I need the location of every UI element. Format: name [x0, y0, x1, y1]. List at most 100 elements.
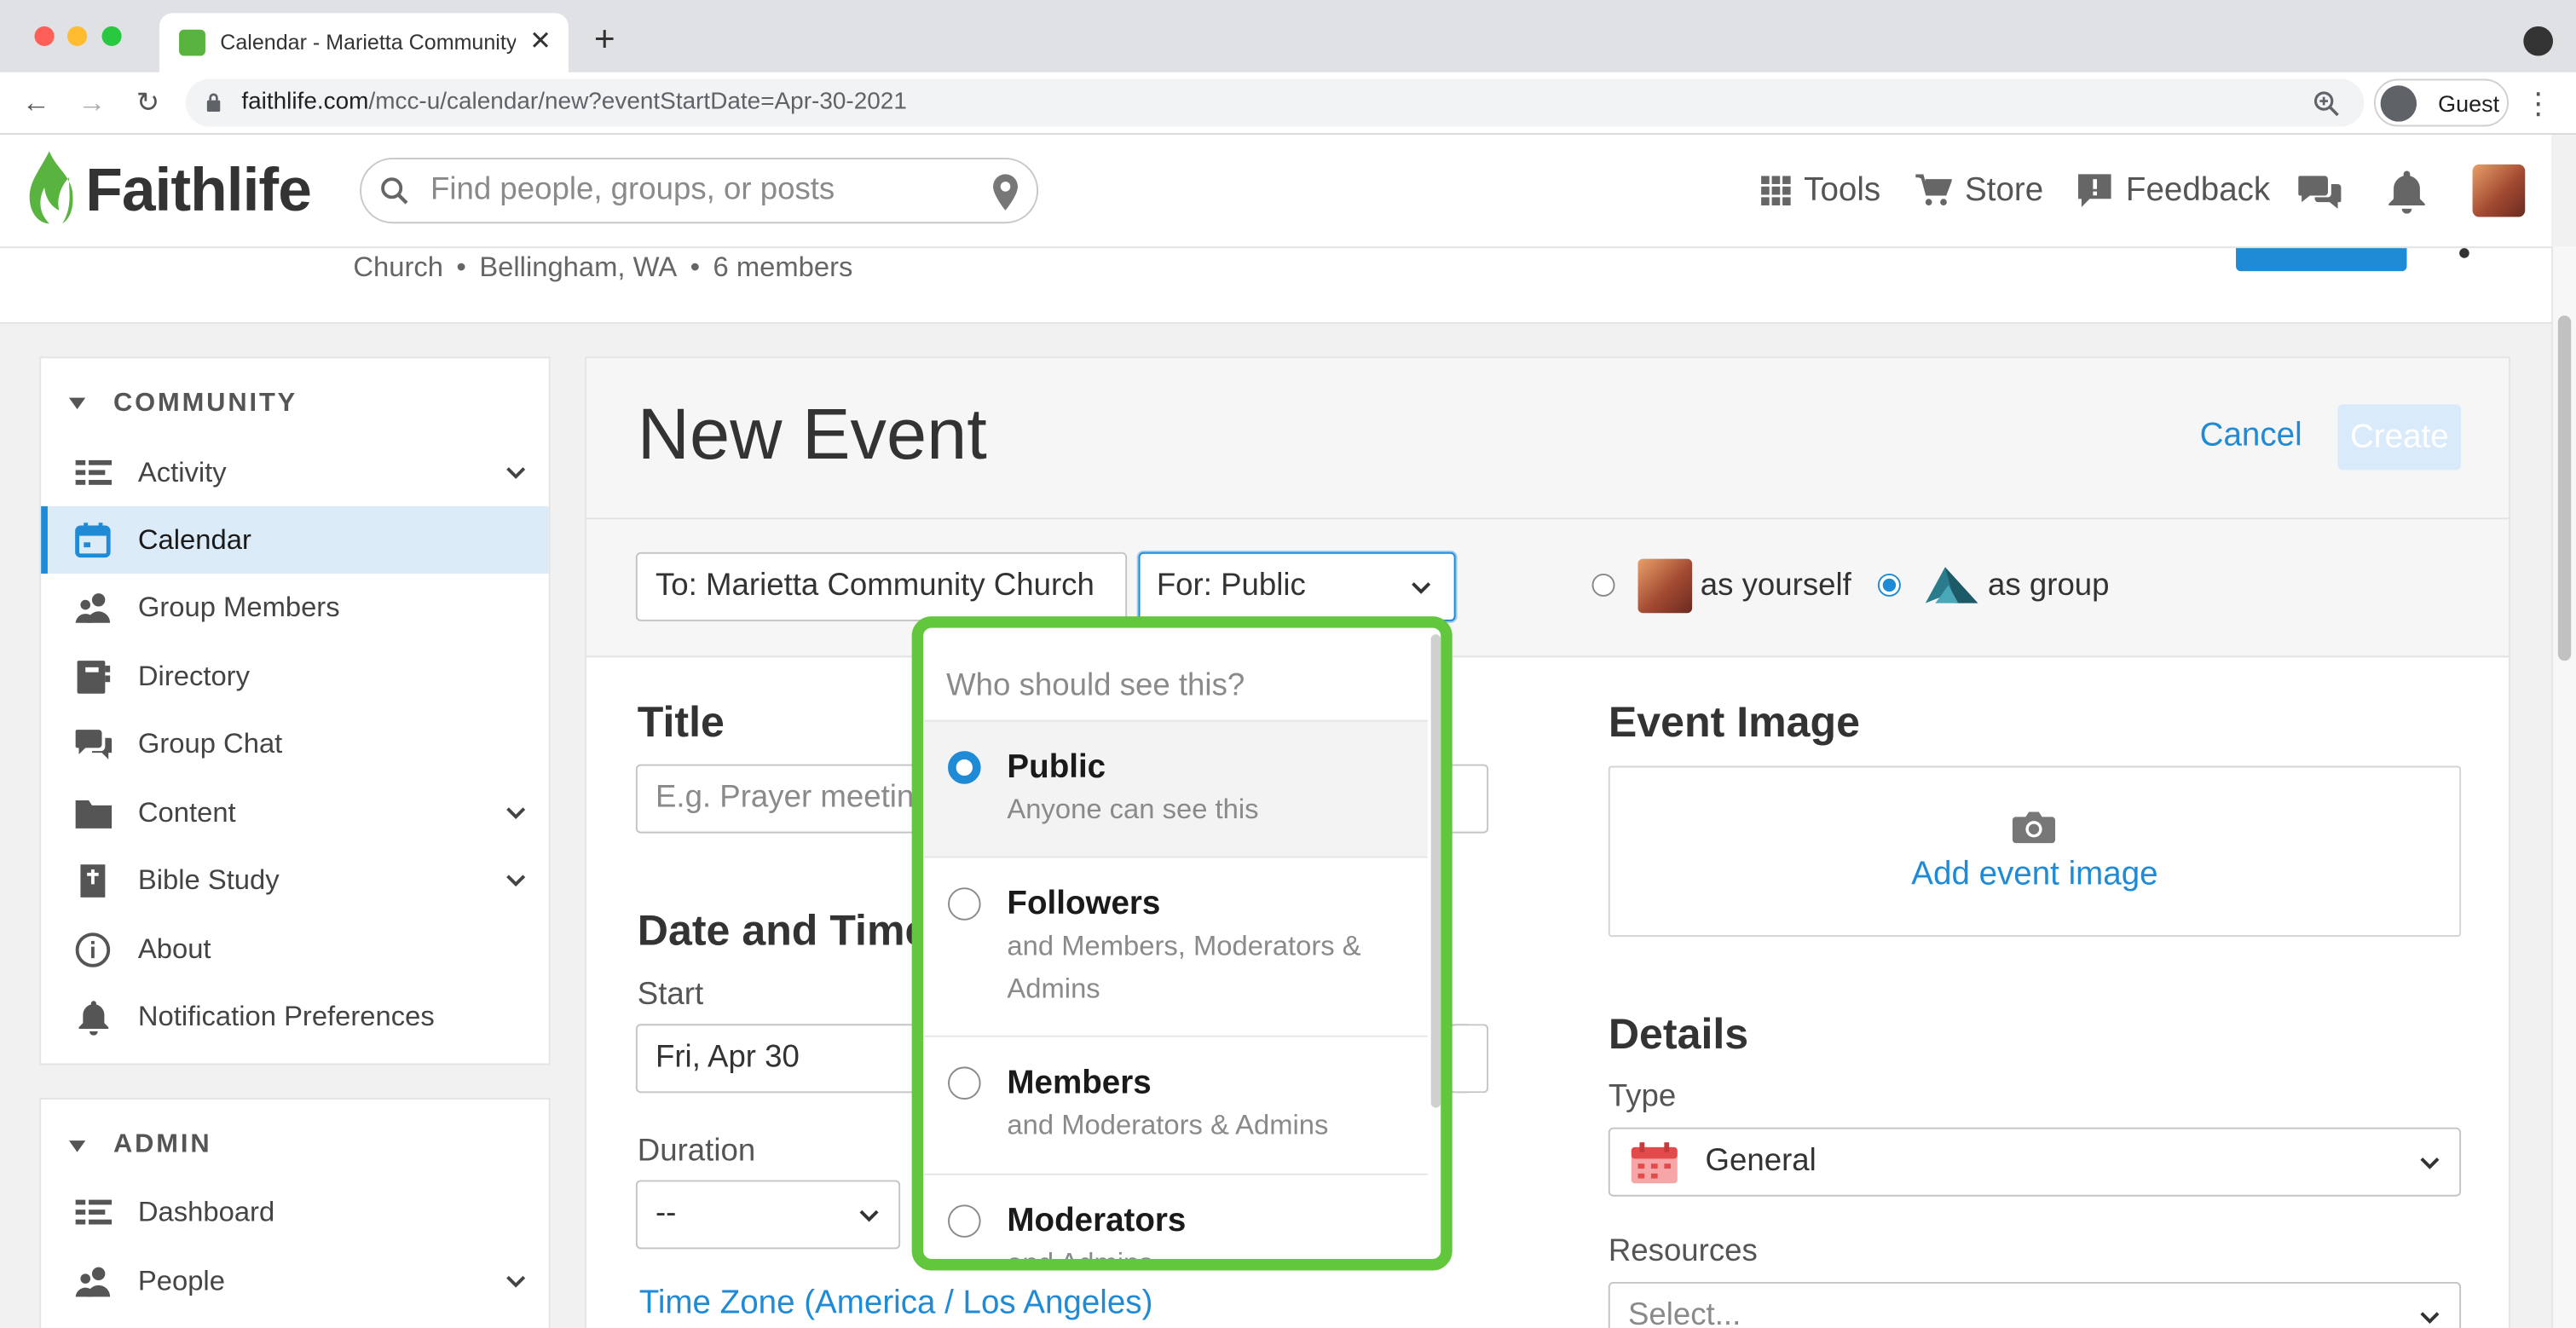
post-as-yourself-radio[interactable]: [1591, 573, 1615, 597]
visibility-option-followers[interactable]: Followers and Members, Moderators & Admi…: [923, 856, 1428, 1036]
tools-menu[interactable]: Tools: [1761, 168, 1880, 214]
as-group-label[interactable]: as group: [1988, 569, 2110, 604]
chevron-down-icon[interactable]: [505, 460, 528, 483]
visibility-option-moderators[interactable]: Moderators and Admins: [923, 1173, 1428, 1259]
feedback-icon: [2078, 174, 2111, 207]
sidebar-item-dashboard[interactable]: Dashboard: [41, 1179, 549, 1246]
store-menu[interactable]: Store: [1915, 168, 2043, 214]
search-input[interactable]: [430, 169, 973, 212]
sidebar-item-bible-study[interactable]: Bible Study: [41, 846, 549, 914]
community-nav: COMMUNITY Activity Calendar Group Member…: [39, 356, 551, 1065]
chevron-down-icon[interactable]: [505, 1269, 528, 1292]
sidebar-item-directory[interactable]: Directory: [41, 643, 549, 710]
event-type-select[interactable]: General: [1608, 1127, 2462, 1197]
notifications-bell-icon[interactable]: [2385, 168, 2428, 214]
new-tab-icon[interactable]: +: [588, 18, 621, 59]
add-event-image-link[interactable]: Add event image: [1610, 857, 2459, 894]
group-location: Bellingham, WA: [479, 251, 678, 283]
invite-button[interactable]: [2236, 248, 2407, 272]
timezone-link[interactable]: Time Zone (America / Los Angeles): [639, 1285, 1153, 1323]
zoom-window-button[interactable]: [101, 26, 122, 46]
to-group-select[interactable]: To: Marietta Community Church: [635, 551, 1128, 621]
close-window-button[interactable]: [34, 26, 55, 46]
tab-title: Calendar - Marietta Community Church: [220, 29, 517, 55]
followers-radio[interactable]: [948, 887, 981, 921]
back-icon[interactable]: ←: [18, 85, 54, 121]
group-logo-icon: [1925, 567, 1978, 603]
sidebar-item-about[interactable]: About: [41, 915, 549, 983]
profile-label: Guest: [2438, 90, 2500, 117]
more-options-icon[interactable]: [2459, 248, 2469, 258]
visibility-dropdown: Who should see this? Public Anyone can s…: [911, 616, 1453, 1271]
sidebar-item-people[interactable]: People: [41, 1248, 549, 1315]
resources-select[interactable]: Select...: [1608, 1281, 2462, 1328]
search-box[interactable]: [360, 158, 1039, 224]
sidebar-item-activity[interactable]: Activity: [41, 439, 549, 506]
event-image-dropzone[interactable]: Add event image: [1608, 765, 2462, 938]
calendar-icon: [75, 523, 111, 558]
sidebar-item-label: Activity: [137, 457, 227, 488]
close-tab-icon[interactable]: ✕: [524, 25, 557, 58]
sidebar-item-notification-preferences[interactable]: Notification Preferences: [41, 983, 549, 1050]
user-avatar[interactable]: [2472, 164, 2526, 217]
start-label: Start: [637, 978, 704, 1013]
create-button[interactable]: Create: [2337, 404, 2462, 471]
profile-button[interactable]: Guest: [2373, 78, 2509, 127]
sidebar-item-group-members[interactable]: Group Members: [41, 574, 549, 641]
option-description: and Admins: [1007, 1243, 1401, 1259]
page-scrollbar[interactable]: [2551, 246, 2576, 1328]
dropdown-scrollbar[interactable]: [1430, 634, 1441, 1108]
url-text: faithlife.com/mcc-u/calendar/new?eventSt…: [241, 89, 907, 115]
chevron-down-icon[interactable]: [505, 868, 528, 891]
forward-icon[interactable]: →: [74, 85, 110, 121]
moderators-radio[interactable]: [948, 1204, 981, 1238]
group-member-count[interactable]: 6 members: [713, 251, 853, 283]
chevron-down-icon: [859, 1210, 879, 1222]
minimize-window-button[interactable]: [67, 26, 88, 46]
location-pin-icon[interactable]: [989, 172, 1022, 211]
reload-icon[interactable]: ↻: [130, 85, 165, 121]
duration-select[interactable]: --: [635, 1180, 901, 1250]
sidebar-item-group-chat[interactable]: Group Chat: [41, 710, 549, 777]
community-heading[interactable]: COMMUNITY: [113, 390, 297, 419]
tab-search-icon[interactable]: [2523, 26, 2554, 56]
option-description: Anyone can see this: [1007, 794, 1259, 825]
panel-header: New Event Cancel Create: [586, 358, 2509, 520]
browser-tab[interactable]: Calendar - Marietta Community Church ✕: [159, 13, 569, 72]
collapse-caret-icon[interactable]: [68, 1140, 86, 1152]
as-yourself-label[interactable]: as yourself: [1701, 569, 1851, 604]
details-heading: Details: [1608, 1008, 1749, 1059]
visibility-option-members[interactable]: Members and Moderators & Admins: [923, 1035, 1428, 1174]
end-time-input-edge[interactable]: [1450, 1024, 1489, 1094]
scrollbar-thumb[interactable]: [2557, 315, 2572, 661]
chevron-down-icon[interactable]: [505, 800, 528, 823]
activity-list-icon: [75, 459, 113, 485]
sidebar-item-label: Content: [137, 797, 236, 829]
members-radio[interactable]: [948, 1066, 981, 1100]
messages-icon[interactable]: [2296, 171, 2342, 214]
sidebar-item-content[interactable]: Content: [41, 779, 549, 846]
post-as-group-radio[interactable]: [1877, 573, 1901, 597]
address-bar[interactable]: faithlife.com/mcc-u/calendar/new?eventSt…: [185, 78, 2365, 127]
sidebar-item-label: Group Members: [137, 592, 340, 623]
browser-tab-bar: Calendar - Marietta Community Church ✕ +: [0, 0, 2576, 72]
browser-menu-icon[interactable]: ⋮: [2523, 85, 2553, 121]
page-title: New Event: [637, 394, 987, 476]
resources-label: Resources: [1608, 1234, 1758, 1269]
visibility-option-public[interactable]: Public Anyone can see this: [923, 719, 1428, 857]
zoom-icon[interactable]: [2312, 89, 2342, 118]
public-radio[interactable]: [948, 751, 981, 784]
collapse-caret-icon[interactable]: [68, 397, 86, 410]
grid-icon: [1761, 176, 1791, 206]
faithlife-flame-logo-icon[interactable]: [23, 148, 76, 228]
sidebar-item-calendar[interactable]: Calendar: [41, 505, 549, 574]
sidebar-item-label: Dashboard: [137, 1196, 275, 1228]
calendar-type-icon: [1631, 1142, 1678, 1184]
cancel-button[interactable]: Cancel: [2200, 418, 2302, 455]
admin-heading[interactable]: ADMIN: [113, 1131, 212, 1161]
duration-label: Duration: [637, 1134, 756, 1169]
faithlife-wordmark[interactable]: Faithlife: [85, 156, 312, 225]
visibility-select[interactable]: For: Public: [1138, 551, 1456, 621]
feedback-menu[interactable]: Feedback: [2076, 168, 2270, 214]
sidebar-item-label: About: [137, 933, 211, 965]
